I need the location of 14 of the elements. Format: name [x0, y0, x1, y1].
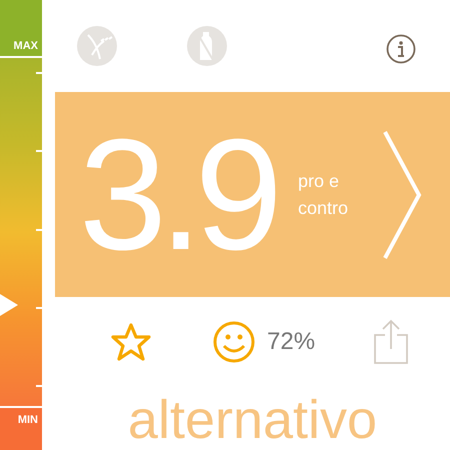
- smiley-icon: [213, 321, 255, 363]
- score-value: 3.9: [79, 116, 276, 274]
- share-icon[interactable]: [373, 319, 410, 365]
- rating-percent: 72%: [267, 328, 316, 356]
- bottle-icon[interactable]: [187, 26, 227, 66]
- section-title: alternativo: [126, 393, 378, 447]
- info-icon[interactable]: [386, 34, 416, 64]
- score-caption: pro e contro: [298, 170, 350, 220]
- min-label: MIN: [18, 414, 38, 426]
- pointer-icon[interactable]: [0, 294, 18, 316]
- max-label: MAX: [14, 40, 38, 52]
- star-icon[interactable]: [111, 322, 151, 362]
- chevron-icon[interactable]: [382, 130, 422, 260]
- wheat-icon[interactable]: [77, 26, 117, 66]
